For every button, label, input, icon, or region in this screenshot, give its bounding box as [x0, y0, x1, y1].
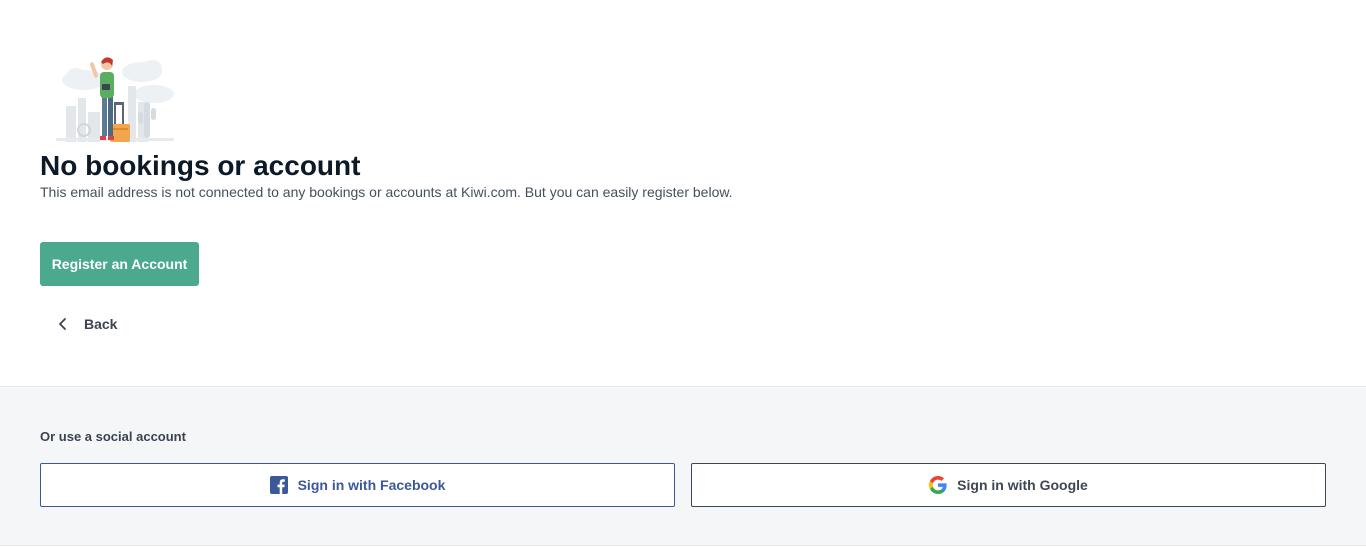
facebook-signin-label: Sign in with Facebook	[297, 477, 446, 493]
chevron-left-icon	[59, 318, 66, 330]
facebook-signin-button[interactable]: Sign in with Facebook	[40, 463, 675, 507]
google-icon	[929, 476, 947, 494]
page-title: No bookings or account	[40, 150, 361, 181]
login-page: No bookings or account This email addres…	[0, 0, 1366, 547]
social-heading: Or use a social account	[40, 429, 186, 444]
traveler-illustration	[56, 57, 174, 142]
facebook-icon	[269, 476, 288, 494]
no-account-panel: No bookings or account This email addres…	[0, 0, 1366, 386]
social-login-panel: Or use a social account Sign in with Fac…	[0, 386, 1366, 546]
page-description: This email address is not connected to a…	[40, 184, 733, 200]
google-signin-button[interactable]: Sign in with Google	[691, 463, 1326, 507]
google-signin-label: Sign in with Google	[957, 477, 1088, 493]
register-account-button[interactable]: Register an Account	[40, 242, 199, 286]
back-label: Back	[84, 316, 118, 332]
back-link[interactable]: Back	[56, 312, 117, 336]
